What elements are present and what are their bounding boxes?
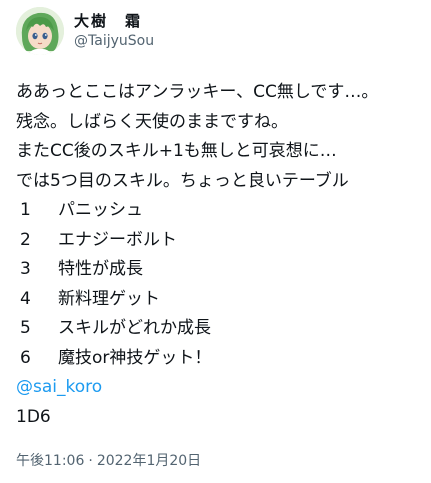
dice-text: 1D6 — [16, 406, 51, 427]
separator-dot: · — [88, 453, 93, 469]
tweet-time: 午後11:06 — [16, 453, 85, 469]
tweet-header: 大樹 霜 @TaijyuSou — [16, 7, 415, 55]
list-item-number: 6 — [20, 347, 31, 368]
list-item-text: 魔技or神技ゲット！ — [58, 347, 212, 368]
mention-link[interactable]: @sai_koro — [16, 377, 102, 397]
tweet-line: ああっとここはアンラッキー、CC無しです…。 — [16, 82, 379, 102]
tweet-line: では5つ目のスキル。ちょっと良いテーブル — [16, 170, 349, 191]
list-item: 5 スキルがどれか成長 — [16, 314, 415, 344]
list-item-number: 2 — [20, 229, 31, 250]
list-item: 3 特性が成長 — [16, 255, 415, 285]
list-item-number: 1 — [20, 200, 31, 220]
list-item: 1 パニッシュ — [16, 196, 415, 226]
list-item-number: 3 — [20, 259, 31, 279]
tweet-line: 残念。しばらく天使のままですね。 — [16, 111, 288, 132]
list-item-text: 特性が成長 — [58, 259, 143, 279]
list-item-text: エナジーボルト — [58, 229, 177, 250]
tweet-text: ああっとここはアンラッキー、CC無しです…。 残念。しばらく天使のままですね。 … — [16, 78, 415, 432]
list-item-text: パニッシュ — [58, 200, 143, 220]
display-name[interactable]: 大樹 霜 — [74, 11, 154, 31]
list-item: 4 新料理ゲット — [16, 285, 415, 315]
list-item-text: 新料理ゲット — [58, 288, 160, 309]
user-names: 大樹 霜 @TaijyuSou — [74, 11, 154, 51]
mention-line: @sai_koro — [16, 373, 415, 403]
list-item-text: スキルがどれか成長 — [58, 318, 211, 338]
tweet: 大樹 霜 @TaijyuSou ああっとここはアンラッキー、CC無しです…。 残… — [0, 0, 431, 483]
anime-avatar-icon — [16, 7, 64, 55]
list-item: 6 魔技or神技ゲット！ — [16, 344, 415, 374]
tweet-line: またCC後のスキル+1も無しと可哀想に… — [16, 141, 337, 161]
tweet-date: 2022年1月20日 — [96, 453, 202, 469]
user-handle[interactable]: @TaijyuSou — [74, 32, 154, 51]
tweet-timestamp[interactable]: 午後11:06 · 2022年1月20日 — [16, 452, 201, 470]
list-item: 2 エナジーボルト — [16, 226, 415, 256]
avatar[interactable] — [16, 7, 64, 55]
list-item-number: 5 — [20, 318, 31, 338]
list-item-number: 4 — [20, 288, 31, 309]
